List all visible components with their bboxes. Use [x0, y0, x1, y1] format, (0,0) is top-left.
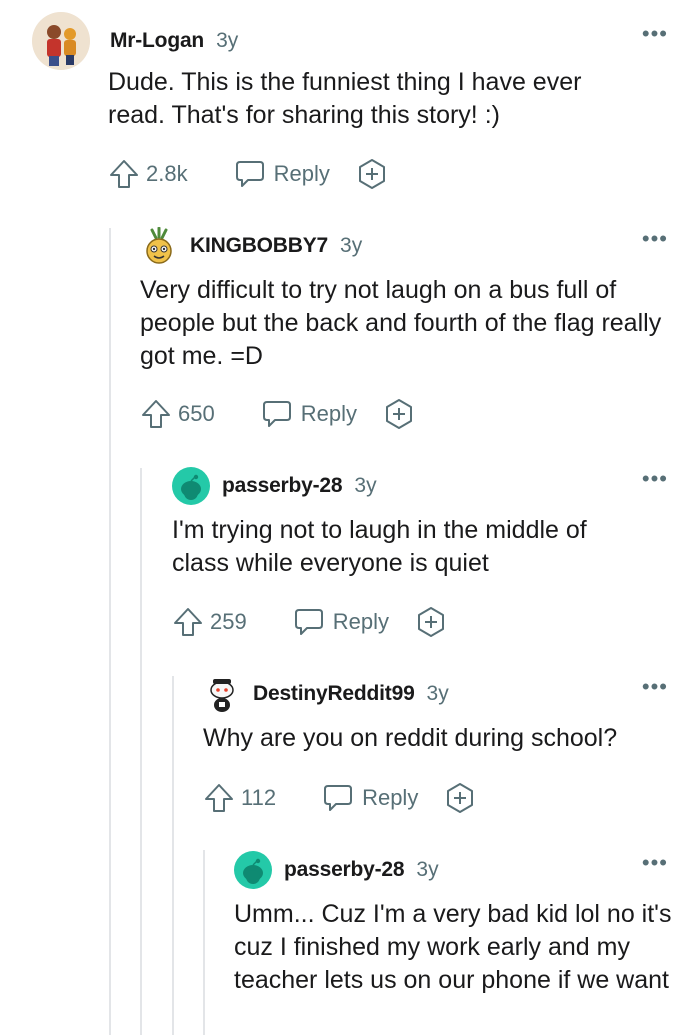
- comment-author[interactable]: Mr-Logan: [110, 29, 204, 53]
- reply-bubble-icon: [262, 401, 291, 427]
- award-button[interactable]: [356, 158, 388, 190]
- award-button[interactable]: [383, 398, 415, 430]
- snoo-character-icon: [210, 679, 234, 712]
- comment-body: Umm... Cuz I'm a very bad kid lol no it'…: [234, 900, 672, 994]
- reply-button[interactable]: Reply: [322, 783, 418, 813]
- comment-author[interactable]: DestinyReddit99: [253, 682, 415, 706]
- more-options-icon[interactable]: •••: [642, 676, 668, 698]
- comment-age: 3y: [340, 234, 363, 257]
- comment-age: 3y: [416, 858, 439, 881]
- comment-body: Dude. This is the funniest thing I have …: [108, 68, 582, 129]
- comment-age: 3y: [216, 29, 239, 52]
- upvote-arrow-icon: [142, 400, 170, 428]
- comment-body: I'm trying not to laugh in the middle of…: [172, 516, 587, 577]
- reply-bubble-icon: [294, 609, 323, 635]
- upvote-button[interactable]: 650: [140, 398, 215, 430]
- thread-line-level-2[interactable]: [140, 468, 142, 1035]
- reply-label: Reply: [300, 401, 357, 426]
- vote-score: 2.8k: [146, 161, 188, 186]
- thread-line-level-1[interactable]: [109, 228, 111, 1035]
- avatar[interactable]: [32, 12, 90, 70]
- default-snoo-icon: [181, 474, 201, 500]
- upvote-arrow-icon: [174, 608, 202, 636]
- reply-button[interactable]: Reply: [261, 399, 357, 429]
- award-plus-icon: [447, 783, 474, 813]
- award-plus-icon: [417, 607, 444, 637]
- upvote-button[interactable]: 112: [203, 782, 276, 814]
- comment-author[interactable]: passerby-28: [284, 858, 405, 882]
- reply-button[interactable]: Reply: [293, 607, 389, 637]
- reply-label: Reply: [332, 609, 389, 634]
- vote-score: 259: [210, 609, 247, 634]
- award-button[interactable]: [444, 782, 476, 814]
- more-options-icon[interactable]: •••: [642, 23, 668, 45]
- pineapple-avatar-icon: [146, 227, 172, 264]
- user-avatar-icon: [32, 12, 90, 70]
- comment-body: Very difficult to try not laugh on a bus…: [140, 276, 662, 370]
- comment-author[interactable]: passerby-28: [222, 474, 343, 498]
- vote-score: 112: [241, 785, 277, 810]
- upvote-button[interactable]: 259: [172, 606, 247, 638]
- award-button[interactable]: [415, 606, 447, 638]
- comment-age: 3y: [426, 682, 449, 705]
- reply-bubble-icon: [235, 161, 264, 187]
- upvote-button[interactable]: 2.8k: [108, 158, 188, 190]
- reply-label: Reply: [362, 785, 419, 810]
- reply-label: Reply: [273, 161, 330, 186]
- avatar[interactable]: [140, 227, 178, 265]
- comment-author[interactable]: KINGBOBBY7: [190, 234, 328, 258]
- award-plus-icon: [385, 399, 412, 429]
- reply-button[interactable]: Reply: [234, 159, 330, 189]
- comment-age: 3y: [354, 474, 377, 497]
- award-plus-icon: [358, 159, 385, 189]
- avatar[interactable]: [172, 467, 210, 505]
- upvote-arrow-icon: [205, 784, 233, 812]
- thread-line-level-4[interactable]: [203, 850, 205, 1035]
- thread-line-level-3[interactable]: [172, 676, 174, 1035]
- more-options-icon[interactable]: •••: [642, 468, 668, 490]
- default-snoo-icon: [243, 858, 263, 884]
- upvote-arrow-icon: [110, 160, 138, 188]
- avatar[interactable]: [203, 675, 241, 713]
- vote-score: 650: [178, 401, 215, 426]
- more-options-icon[interactable]: •••: [642, 228, 668, 250]
- comment-body: Why are you on reddit during school?: [203, 724, 618, 752]
- avatar[interactable]: [234, 851, 272, 889]
- reply-bubble-icon: [324, 785, 353, 811]
- more-options-icon[interactable]: •••: [642, 852, 668, 874]
